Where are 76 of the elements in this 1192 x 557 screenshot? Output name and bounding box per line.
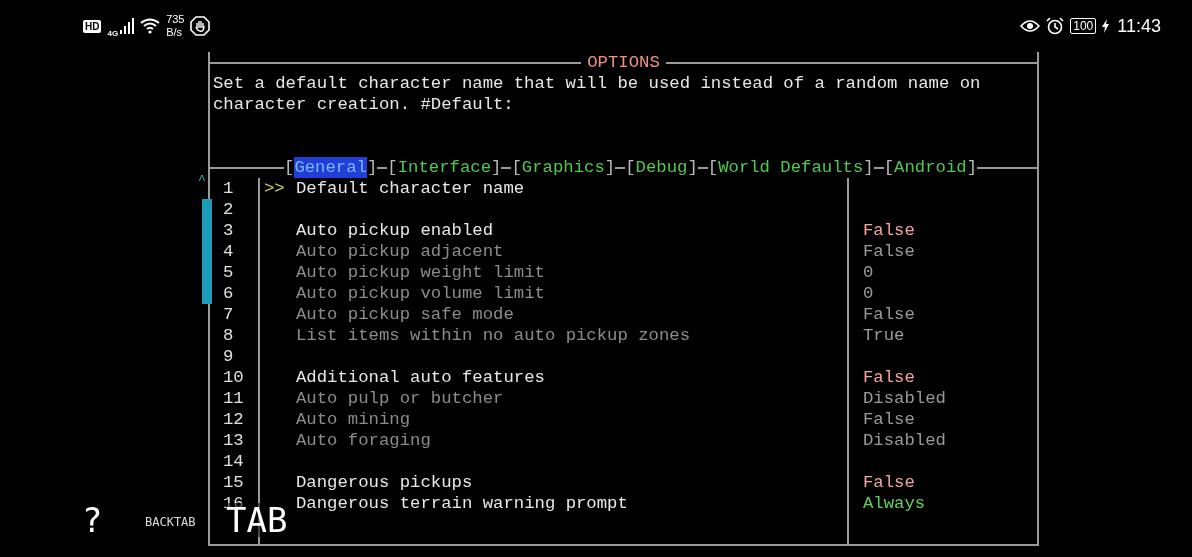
option-name[interactable]: Auto pulp or butcher: [296, 389, 504, 408]
bracket: [: [387, 157, 398, 178]
cursor-marker: >>: [264, 179, 285, 198]
line-number: 12: [223, 410, 244, 429]
option-value[interactable]: False: [863, 368, 915, 387]
wifi-icon: [140, 18, 161, 34]
option-value[interactable]: False: [863, 221, 915, 240]
tab[interactable]: Graphics: [521, 157, 605, 178]
line-number: 9: [223, 347, 234, 366]
line-number: 15: [223, 473, 244, 492]
bracket: ]: [863, 157, 874, 178]
window-title: OPTIONS: [586, 52, 661, 73]
option-name[interactable]: Auto pickup adjacent: [296, 242, 504, 261]
option-name[interactable]: Additional auto features: [296, 368, 545, 387]
option-value[interactable]: 0: [863, 284, 874, 303]
description-text: Set a default character name that will be used instead of a random name on: [213, 73, 982, 94]
speed-unit: B/s: [166, 26, 184, 39]
line-number: 5: [223, 263, 234, 282]
alarm-icon: [1046, 17, 1065, 35]
option-value[interactable]: Always: [863, 494, 926, 513]
description-text: character creation. #Default:: [213, 94, 515, 115]
option-name[interactable]: Auto pickup enabled: [296, 221, 494, 240]
option-value[interactable]: Disabled: [863, 389, 946, 408]
option-name[interactable]: List items within no auto pickup zones: [296, 326, 691, 345]
scrollbar[interactable]: [202, 199, 212, 304]
tab[interactable]: General: [294, 157, 367, 178]
option-value[interactable]: False: [863, 242, 915, 261]
line-number: 2: [223, 200, 234, 219]
charging-icon: [1102, 19, 1110, 33]
network-speed: 735: [166, 13, 185, 26]
bracket: ]: [687, 157, 698, 178]
bracket: ]: [366, 157, 378, 178]
option-value[interactable]: 0: [863, 263, 874, 282]
eye-icon: [1020, 19, 1041, 33]
bracket: ]: [491, 157, 502, 178]
line-number: 10: [223, 368, 244, 387]
option-name[interactable]: Auto mining: [296, 410, 411, 429]
network-type: 4G: [107, 29, 119, 38]
option-name[interactable]: Auto foraging: [296, 431, 431, 450]
line-number: 7: [223, 305, 234, 324]
line-number: 8: [223, 326, 234, 345]
signal-icon: [120, 18, 135, 34]
option-name[interactable]: Dangerous pickups: [296, 473, 473, 492]
line-number: 1: [223, 179, 234, 198]
bracket: [: [625, 157, 636, 178]
option-name[interactable]: Default character name: [296, 179, 525, 198]
key-button[interactable]: BACKTAB: [145, 516, 196, 528]
clock: 11:43: [1117, 15, 1161, 37]
line-number: 11: [223, 389, 244, 408]
bracket: [: [883, 157, 895, 178]
option-value[interactable]: False: [863, 410, 915, 429]
battery-level: 100: [1070, 18, 1097, 34]
option-name[interactable]: Auto pickup safe mode: [296, 305, 514, 324]
line-number: 4: [223, 242, 234, 261]
hand-icon: [190, 16, 211, 36]
tab[interactable]: Interface: [397, 157, 492, 178]
line-number: 14: [223, 452, 244, 471]
option-value[interactable]: Disabled: [863, 431, 946, 450]
bracket: ]: [966, 157, 978, 178]
bracket: [: [284, 157, 295, 178]
option-value[interactable]: False: [863, 473, 915, 492]
option-value[interactable]: False: [863, 305, 915, 324]
tab[interactable]: Android: [894, 157, 967, 178]
option-name[interactable]: Auto pickup volume limit: [296, 284, 545, 303]
hd-badge: HD: [83, 19, 102, 33]
option-name[interactable]: Auto pickup weight limit: [296, 263, 545, 282]
option-name[interactable]: Dangerous terrain warning prompt: [296, 494, 628, 513]
line-number: 13: [223, 431, 244, 450]
line-number: 3: [223, 221, 234, 240]
bracket: [: [511, 157, 522, 178]
line-number: 6: [223, 284, 234, 303]
tab[interactable]: Debug: [635, 157, 688, 178]
option-value[interactable]: True: [863, 326, 905, 345]
tab[interactable]: World Defaults: [718, 157, 864, 178]
bracket: [: [707, 157, 719, 178]
bracket: ]: [604, 157, 616, 178]
